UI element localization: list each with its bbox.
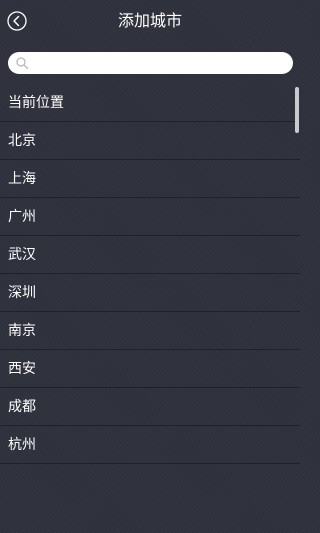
city-item-shanghai[interactable]: 上海 <box>0 160 300 198</box>
city-item-chengdu[interactable]: 成都 <box>0 388 300 426</box>
city-item-beijing[interactable]: 北京 <box>0 122 300 160</box>
city-item-hangzhou[interactable]: 杭州 <box>0 426 300 464</box>
page-title: 添加城市 <box>117 11 182 30</box>
city-item-xian[interactable]: 西安 <box>0 350 300 388</box>
city-item-current-location[interactable]: 当前位置 <box>0 84 300 122</box>
city-item-shenzhen[interactable]: 深圳 <box>0 274 300 312</box>
search-icon <box>16 57 29 70</box>
city-item-nanjing[interactable]: 南京 <box>0 312 300 350</box>
search-input[interactable] <box>32 52 286 74</box>
header-bar: 添加城市 <box>0 0 300 44</box>
city-item-guangzhou[interactable]: 广州 <box>0 198 300 236</box>
search-bar[interactable] <box>8 52 293 74</box>
scrollbar[interactable] <box>295 87 299 133</box>
city-list: 当前位置 北京 上海 广州 武汉 深圳 南京 西安 成都 杭州 <box>0 84 300 464</box>
city-item-wuhan[interactable]: 武汉 <box>0 236 300 274</box>
